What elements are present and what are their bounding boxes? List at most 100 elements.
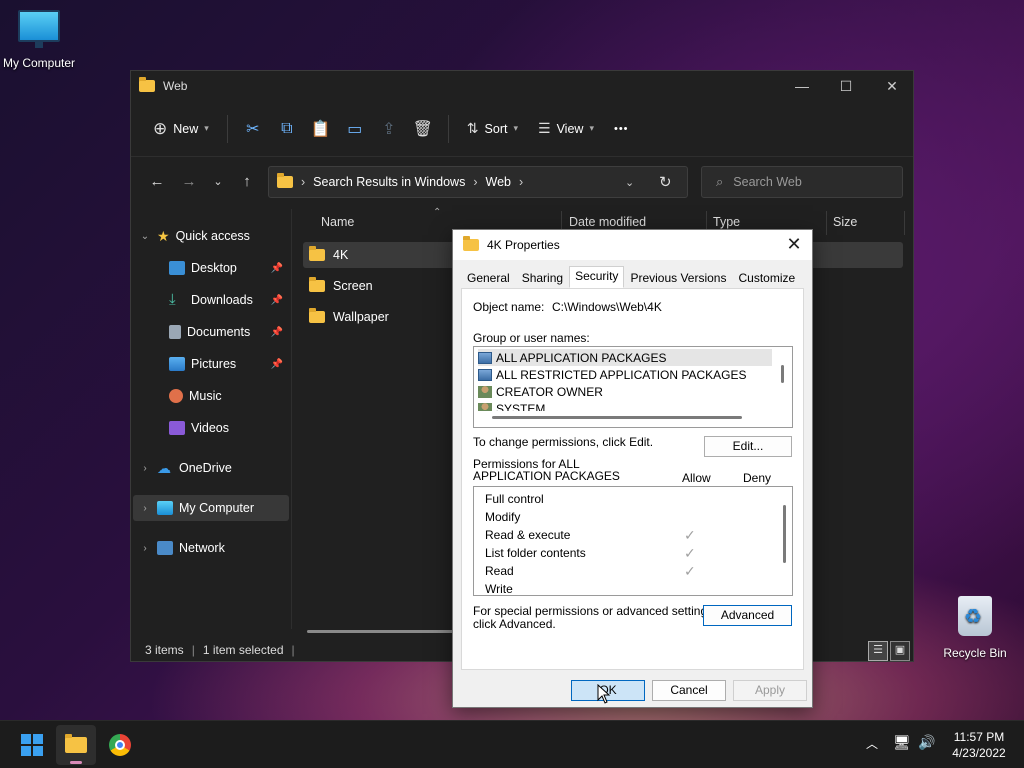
file-name: Screen [333,279,373,293]
column-divider[interactable] [904,211,905,235]
group-name: CREATOR OWNER [496,384,603,399]
dialog-close-button[interactable]: ✕ [782,234,806,256]
list-horizontal-scrollbar[interactable] [492,416,742,419]
pin-icon[interactable]: 📌 [271,359,283,370]
start-button[interactable] [12,725,52,765]
chevron-down-icon: ⌄ [213,175,223,188]
group-icon [478,351,492,364]
view-button[interactable]: ☰ View ▾ [530,112,602,146]
back-button[interactable]: ← [141,166,173,196]
permissions-vertical-scrollbar[interactable] [783,505,786,563]
paste-button[interactable]: 📋 [306,112,336,146]
list-item[interactable]: ALL APPLICATION PACKAGES [478,349,772,366]
folder-icon [277,173,293,188]
breadcrumb-web[interactable]: Web [486,175,511,189]
pane-divider[interactable] [291,209,292,629]
network-status-icon[interactable]: 🖥 [893,734,911,751]
allow-check-icon: ✓ [684,545,696,561]
show-hidden-icons-button[interactable]: ︿ [866,735,878,752]
permissions-for-label: Permissions for ALL APPLICATION PACKAGES [473,458,620,482]
permission-write: Write [485,582,513,596]
taskbar-chrome[interactable] [100,725,140,765]
forward-button[interactable]: → [173,166,205,196]
more-options-button[interactable]: ••• [606,112,637,146]
desktop-icon-recycle-bin[interactable]: Recycle Bin [940,596,1010,660]
explorer-titlebar[interactable]: Web — ☐ ✕ [131,71,913,101]
list-item[interactable]: ALL RESTRICTED APPLICATION PACKAGES [478,366,747,383]
list-vertical-scrollbar[interactable] [781,365,784,383]
desktop-icon [169,261,185,275]
address-history-chevron-icon[interactable]: ⌄ [625,176,634,189]
group-names-label: Group or user names: [473,331,590,345]
details-view-button[interactable]: ☰ [868,641,888,661]
sidebar-item-documents[interactable]: Documents 📌 [131,319,287,345]
chevron-down-icon: ⌄ [140,230,150,242]
sidebar-item-videos[interactable]: Videos [131,415,287,441]
cut-button[interactable]: ✂ [238,112,268,146]
up-button[interactable]: ↑ [231,166,263,196]
navigation-pane: ⌄ ★ Quick access Desktop 📌 ⤓ Downloads 📌… [131,223,291,631]
sidebar-item-quick-access[interactable]: ⌄ ★ Quick access [131,223,287,249]
column-header-date-modified[interactable]: Date modified [569,215,646,229]
sidebar-item-label: Videos [191,421,229,435]
taskbar-file-explorer[interactable] [56,725,96,765]
arrow-left-icon: ← [149,172,165,190]
search-box[interactable]: ⌕ Search Web [701,166,903,198]
selection-count: 1 item selected [202,643,284,657]
address-bar[interactable]: › Search Results in Windows › Web › ⌄ ↻ [268,166,688,198]
chevron-down-icon: ▾ [589,123,594,133]
sort-button[interactable]: ⇅ Sort ▾ [459,112,526,146]
apply-button[interactable]: Apply [733,680,807,701]
tab-previous-versions[interactable]: Previous Versions [624,268,732,288]
sidebar-item-my-computer[interactable]: › My Computer [133,495,289,521]
column-header-type[interactable]: Type [713,215,740,229]
tab-security[interactable]: Security [569,266,625,288]
column-divider[interactable] [826,211,827,235]
recent-locations-button[interactable]: ⌄ [205,166,231,196]
column-header-name[interactable]: Name [321,215,354,229]
breadcrumb-search-results[interactable]: Search Results in Windows [313,175,465,189]
volume-icon[interactable]: 🔊 [918,734,935,751]
pin-icon[interactable]: 📌 [271,295,283,306]
arrow-right-icon: → [181,172,197,190]
permissions-list[interactable]: Full control Modify Read & execute ✓ Lis… [473,486,793,596]
new-button[interactable]: ⊕ New ▾ [145,112,217,146]
tab-general[interactable]: General [461,268,516,288]
maximize-button[interactable]: ☐ [823,75,869,99]
group-user-list[interactable]: ALL APPLICATION PACKAGES ALL RESTRICTED … [473,346,793,428]
sidebar-item-music[interactable]: Music [131,383,287,409]
advanced-button[interactable]: Advanced [703,605,792,626]
copy-button[interactable]: ⧉ [272,112,302,146]
sidebar-item-network[interactable]: › Network [131,535,287,561]
sidebar-item-pictures[interactable]: Pictures 📌 [131,351,287,377]
sidebar-item-downloads[interactable]: ⤓ Downloads 📌 [131,287,287,313]
dialog-titlebar[interactable]: 4K Properties [453,230,812,260]
tab-customize[interactable]: Customize [732,268,801,288]
chrome-icon [109,734,131,756]
share-button[interactable]: ⇪ [374,112,404,146]
pin-icon[interactable]: 📌 [271,263,283,274]
rename-button[interactable]: ▭ [340,112,370,146]
sidebar-item-label: My Computer [179,501,255,515]
sidebar-item-label: OneDrive [179,461,232,475]
refresh-icon[interactable]: ↻ [659,173,672,191]
pin-icon[interactable]: 📌 [271,327,283,338]
recycle-bin-icon [958,596,992,636]
tiles-view-button[interactable]: ▣ [890,641,910,661]
clock[interactable]: 11:57 PM 4/23/2022 [944,729,1014,761]
close-button[interactable]: ✕ [869,75,915,99]
list-item[interactable]: CREATOR OWNER [478,383,603,400]
delete-button[interactable]: 🗑 [408,112,438,146]
column-header-size[interactable]: Size [833,215,857,229]
folder-icon [139,77,155,92]
desktop-icon-my-computer[interactable]: My Computer [0,10,78,70]
minimize-button[interactable]: — [779,75,825,99]
allow-check-icon: ✓ [684,563,696,579]
sidebar-item-desktop[interactable]: Desktop 📌 [131,255,287,281]
sidebar-item-onedrive[interactable]: › ☁ OneDrive [131,455,287,481]
sort-icon: ⇅ [466,120,479,136]
search-input[interactable]: Search Web [733,175,802,189]
cancel-button[interactable]: Cancel [652,680,726,701]
tab-sharing[interactable]: Sharing [516,268,569,288]
edit-button[interactable]: Edit... [704,436,792,457]
